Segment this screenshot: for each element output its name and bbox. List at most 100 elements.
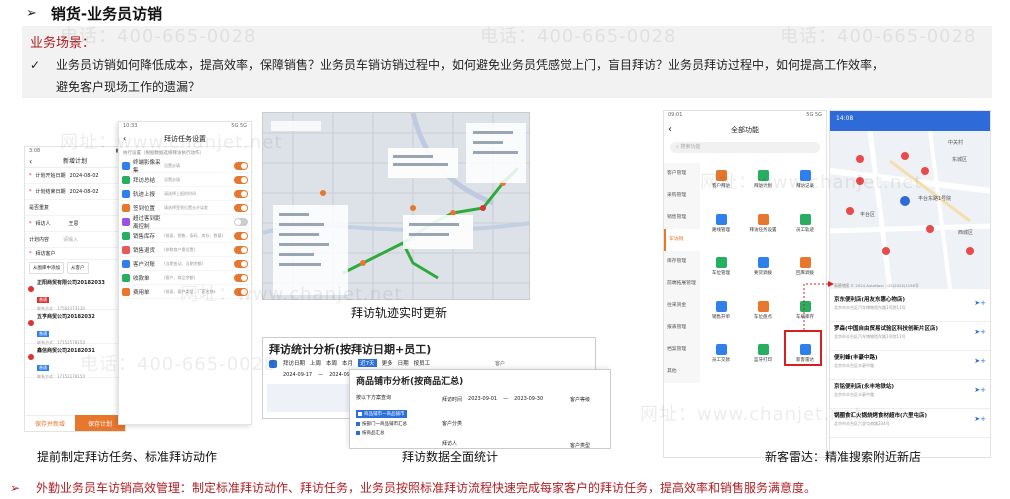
form-row[interactable]: 是否重复 xyxy=(25,200,125,216)
filter-chip[interactable]: 更多 xyxy=(382,359,393,367)
add-customer-button[interactable]: 从客户 xyxy=(67,262,89,274)
filter-chip[interactable]: 本月 xyxy=(342,359,353,367)
filter-chip[interactable]: 按员工 xyxy=(414,359,431,367)
list-item[interactable]: 五亨商贸公司20182032 普通 联系方式：17152578150 xyxy=(25,310,125,345)
function-sidebar-item[interactable]: 库存管理 xyxy=(664,251,700,273)
task-toggle[interactable] xyxy=(234,175,248,184)
function-item[interactable]: 蓝牙打印 xyxy=(742,341,784,381)
navigate-icon[interactable]: ➤+ xyxy=(974,415,986,423)
task-label: 超过客到距离控制 xyxy=(133,215,161,230)
task-toggle[interactable] xyxy=(234,287,248,296)
date-from[interactable]: 2023-09-01 xyxy=(468,396,497,403)
task-row[interactable]: 超过客到距离控制 xyxy=(119,215,251,230)
function-item[interactable]: 车位管理 xyxy=(700,254,742,294)
function-item[interactable]: 销售开单 xyxy=(700,298,742,338)
back-icon[interactable]: ‹ xyxy=(123,131,126,147)
list-item[interactable]: 便利蜂(丰豪中路) 北京市丰台区丰豪中路 ➤+ xyxy=(830,351,990,380)
back-icon[interactable]: ‹ xyxy=(29,156,32,168)
scheme-item[interactable]: 按商品汇总 xyxy=(356,430,407,436)
task-row[interactable]: 销售库存 (前面、销售、条码、库存、数量) xyxy=(119,229,251,243)
filter-chip[interactable]: 日期 xyxy=(398,359,409,367)
date-from[interactable]: 2024-09-17 xyxy=(283,372,312,378)
function-sidebar-item[interactable]: 采购管理 xyxy=(664,185,700,207)
task-icon xyxy=(122,231,130,240)
form-row[interactable]: * 计划开始日期 2024-08-02 xyxy=(25,168,125,184)
function-search[interactable]: ⌕ 搜索功能 xyxy=(670,142,820,153)
function-item[interactable]: 拜访记录 xyxy=(784,167,826,207)
task-row[interactable]: 客户对账 (当期变动、当期余额) xyxy=(119,257,251,271)
date-to[interactable]: 2023-09-30 xyxy=(514,396,543,403)
bullet-arrow-icon: ➢ xyxy=(26,5,37,21)
remove-icon[interactable] xyxy=(28,320,34,326)
list-item[interactable]: 正阳商贸有限公司20182033 普通 联系方式：17562173130 xyxy=(25,276,125,311)
navigate-icon[interactable]: ➤+ xyxy=(974,386,986,394)
form-row[interactable]: * 计划结束日期 2024-08-02 xyxy=(25,184,125,200)
task-toggle[interactable] xyxy=(234,245,248,254)
map-label: 中关村 xyxy=(948,140,964,146)
task-row[interactable]: 拜访总结 设置必填 xyxy=(119,173,251,187)
task-toggle[interactable] xyxy=(234,259,248,268)
plan-actions: 保存并新增 保存计划 xyxy=(25,415,125,431)
list-item[interactable]: 罗森(中国自由贸易试验区科技创新片区店) 北京市丰台区汽车博物馆东路1号院11号 ➤… xyxy=(830,322,990,351)
map-label: 西城区 xyxy=(958,230,974,236)
list-item[interactable]: 京铭便利店(永丰地铁站) 北京市丰台区丰豪中路 ➤+ xyxy=(830,380,990,409)
function-sidebar-item[interactable]: 报表管理 xyxy=(664,317,700,339)
function-item[interactable]: 车位盘点 xyxy=(742,298,784,338)
filter-chip[interactable]: 近7天 xyxy=(358,359,377,367)
scenario-label: 业务场景： xyxy=(30,36,96,51)
task-row[interactable]: 销售退货 (参数商户需设置) xyxy=(119,243,251,257)
plan-form: * 计划开始日期 2024-08-02 * 计划结束日期 2024-08-02 是否重复… xyxy=(25,168,125,248)
back-icon[interactable]: ‹ xyxy=(668,120,672,140)
customers-label: * 拜访客户 xyxy=(25,248,125,260)
form-row[interactable]: 计划内容 请输入 xyxy=(25,232,125,248)
function-item[interactable]: 拜访计划 xyxy=(742,167,784,207)
add-from-map-button[interactable]: 从图库中添加 xyxy=(29,262,64,274)
task-row[interactable]: 费用单 (前面、客户类型、厂家名称) xyxy=(119,285,251,299)
scheme-item[interactable]: 商品铺市一商品铺市 xyxy=(356,410,407,418)
function-item[interactable]: 要货调拨 xyxy=(742,254,784,294)
save-and-new-button[interactable]: 保存并新增 xyxy=(25,415,75,431)
list-item[interactable]: 京东便利店(用友东惠心物店) 北京市丰台区汽车博物馆东路1号院11号 ➤+ xyxy=(830,293,990,322)
function-sidebar-item[interactable]: 档案管理 xyxy=(664,339,700,361)
navigate-icon[interactable]: ➤+ xyxy=(974,328,986,336)
list-item[interactable]: 鑫信商贸公司20182031 普通 联系方式：17152178150 xyxy=(25,344,125,379)
function-item[interactable]: 员工交款 xyxy=(700,341,742,381)
function-sidebar-item[interactable]: 客户管理 xyxy=(664,163,700,185)
task-toggle[interactable] xyxy=(234,203,248,212)
function-sidebar-item[interactable]: 车访销 xyxy=(664,229,700,251)
function-sidebar-item[interactable]: 往来资金 xyxy=(664,295,700,317)
function-item[interactable]: 拜访任务设置 xyxy=(742,211,784,251)
task-label: 销售库存 xyxy=(133,233,156,240)
task-row[interactable]: 终端影像采集 设置必填 xyxy=(119,159,251,174)
task-toggle[interactable] xyxy=(234,217,248,226)
filter-chip[interactable]: 上周 xyxy=(310,359,321,367)
function-sidebar-item[interactable]: 前端拓展管理 xyxy=(664,273,700,295)
task-label: 销售退货 xyxy=(133,247,156,254)
task-toggle[interactable] xyxy=(234,189,248,198)
remove-icon[interactable] xyxy=(28,354,34,360)
scheme-item[interactable]: 按部门一商品铺市汇总 xyxy=(356,421,407,427)
list-item[interactable]: 锅圈食汇火锅烧烤食材超市(六里屯店) 北京市丰台区六里屯南路204号 ➤+ xyxy=(830,409,990,438)
function-sidebar-item[interactable]: 销售管理 xyxy=(664,207,700,229)
task-toggle[interactable] xyxy=(234,273,248,282)
form-row[interactable]: * 拜访人 王思 xyxy=(25,216,125,232)
navigate-icon[interactable]: ➤+ xyxy=(974,357,986,365)
task-toggle[interactable] xyxy=(234,161,248,170)
function-label: 员工交款 xyxy=(712,358,730,364)
remove-icon[interactable] xyxy=(28,286,34,292)
function-item[interactable]: 员工轨迹 xyxy=(784,211,826,251)
function-item[interactable]: 客户拜访 xyxy=(700,167,742,207)
filter-chip[interactable]: 本周 xyxy=(326,359,337,367)
task-toggle[interactable] xyxy=(234,231,248,240)
function-sidebar-item[interactable]: 其他 xyxy=(664,361,700,383)
task-row[interactable]: 轨迹上报 请选择上报的时间 xyxy=(119,187,251,201)
function-icon xyxy=(757,170,769,181)
task-desc: (当期变动、当期余额) xyxy=(164,260,204,266)
navigate-icon[interactable]: ➤+ xyxy=(974,299,986,307)
function-label: 车位盘点 xyxy=(754,314,772,320)
product-stats-panel: 商品铺市分析(按商品汇总) 按以下方案查询 商品铺市一商品铺市 按部门一商品铺市汇… xyxy=(349,369,611,449)
function-item[interactable]: 路线管理 xyxy=(700,211,742,251)
task-row[interactable]: 收款单 (客户、商品余额) xyxy=(119,271,251,285)
caption-plan: 提前制定拜访任务、标准拜访动作 xyxy=(37,450,218,464)
function-icon xyxy=(799,213,811,225)
